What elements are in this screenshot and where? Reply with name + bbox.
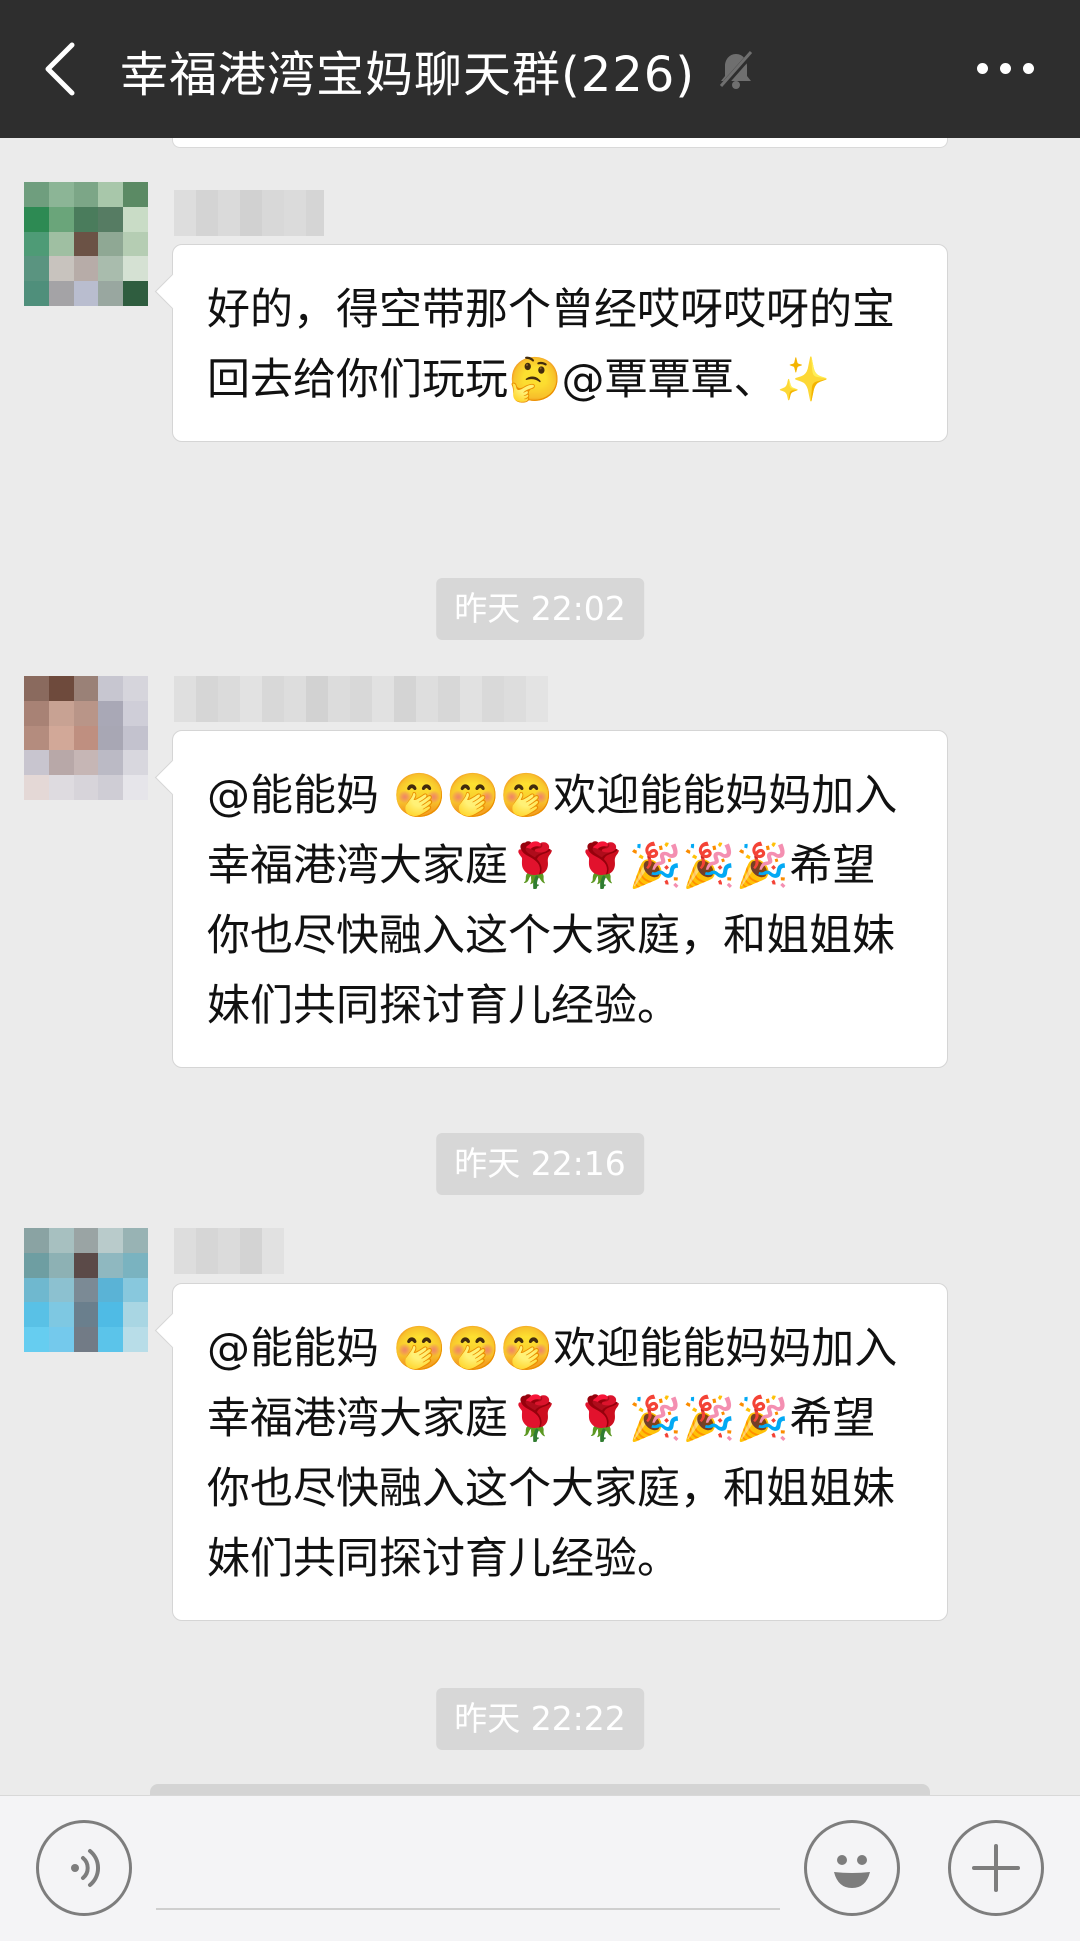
avatar[interactable] (24, 182, 148, 306)
chat-title-text: 幸福港湾宝妈聊天群(226) (120, 47, 696, 103)
sender-name-blurred (174, 676, 564, 722)
voice-input-button[interactable] (36, 1820, 132, 1916)
timestamp-text: 昨天 22:22 (454, 1699, 626, 1738)
message-text: 好的，得空带那个曾经哎呀哎呀的宝回去给你们玩玩🤔@覃覃覃、✨ (207, 285, 895, 405)
avatar[interactable] (24, 676, 148, 800)
input-bar (0, 1795, 1080, 1941)
sender-name-blurred (174, 190, 324, 236)
chat-messages[interactable]: 好的，得空带那个曾经哎呀哎呀的宝回去给你们玩玩🤔@覃覃覃、✨ 昨天 22:02 … (0, 138, 1080, 1795)
bell-off-icon (717, 50, 755, 90)
more-options-button[interactable] (960, 38, 1050, 98)
next-message-bubble-edge (150, 1784, 930, 1795)
chevron-left-icon (45, 42, 75, 96)
timestamp: 昨天 22:02 (436, 578, 644, 640)
more-functions-button[interactable] (948, 1820, 1044, 1916)
message-bubble[interactable]: 好的，得空带那个曾经哎呀哎呀的宝回去给你们玩玩🤔@覃覃覃、✨ (172, 244, 948, 442)
timestamp-text: 昨天 22:02 (454, 589, 626, 628)
chat-title: 幸福港湾宝妈聊天群(226) (120, 30, 755, 110)
timestamp-text: 昨天 22:16 (454, 1144, 626, 1183)
voice-input-icon (71, 1849, 101, 1887)
timestamp: 昨天 22:16 (436, 1133, 644, 1195)
dot (999, 62, 1011, 74)
dot (1022, 62, 1034, 74)
avatar[interactable] (24, 1228, 148, 1352)
message-text: @能能妈 🤭🤭🤭欢迎能能妈妈加入幸福港湾大家庭🌹 🌹🎉🎉🎉希望你也尽快融入这个大… (207, 771, 898, 1031)
emoji-face-icon (834, 1855, 870, 1888)
previous-message-bubble-edge (172, 138, 948, 148)
message-bubble[interactable]: @能能妈 🤭🤭🤭欢迎能能妈妈加入幸福港湾大家庭🌹 🌹🎉🎉🎉希望你也尽快融入这个大… (172, 1283, 948, 1621)
timestamp: 昨天 22:22 (436, 1688, 644, 1750)
message-text: @能能妈 🤭🤭🤭欢迎能能妈妈加入幸福港湾大家庭🌹 🌹🎉🎉🎉希望你也尽快融入这个大… (207, 1324, 898, 1584)
dot (976, 62, 988, 74)
chat-header: 幸福港湾宝妈聊天群(226) (0, 0, 1080, 138)
sender-name-blurred (174, 1228, 284, 1274)
back-button[interactable] (30, 34, 90, 104)
plus-icon (972, 1844, 1020, 1892)
message-bubble[interactable]: @能能妈 🤭🤭🤭欢迎能能妈妈加入幸福港湾大家庭🌹 🌹🎉🎉🎉希望你也尽快融入这个大… (172, 730, 948, 1068)
emoji-button[interactable] (804, 1820, 900, 1916)
message-input[interactable] (156, 1834, 780, 1910)
